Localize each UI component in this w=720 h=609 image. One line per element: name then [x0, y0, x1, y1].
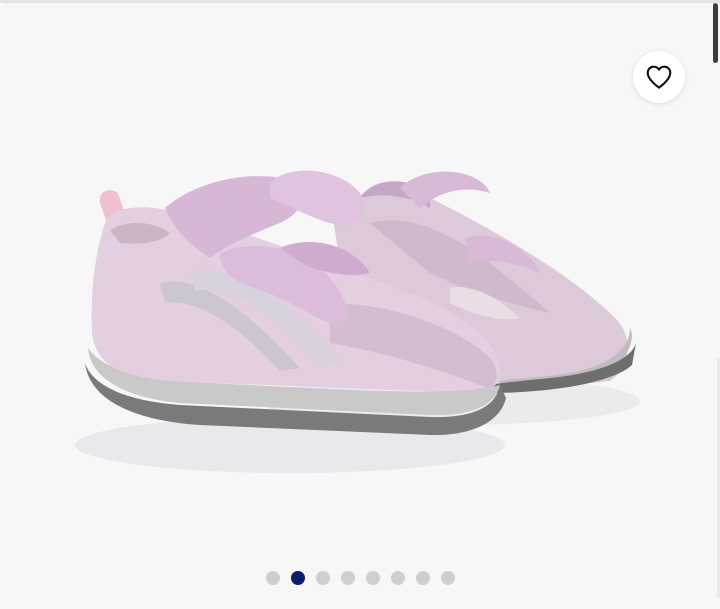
- carousel-indicators: [0, 570, 720, 586]
- carousel-dot[interactable]: [315, 571, 330, 585]
- carousel-dot[interactable]: [415, 571, 430, 585]
- heart-outline-icon: [646, 65, 672, 89]
- carousel-dot[interactable]: [390, 571, 405, 585]
- carousel-dot[interactable]: [365, 571, 380, 585]
- carousel-dot[interactable]: [265, 571, 280, 585]
- carousel-dot-active[interactable]: [290, 571, 305, 585]
- scrollbar-thumb[interactable]: [713, 3, 718, 63]
- carousel-dot[interactable]: [440, 571, 455, 585]
- product-image: [75, 170, 640, 473]
- product-image-gallery[interactable]: [0, 3, 720, 609]
- carousel-dot[interactable]: [340, 571, 355, 585]
- wishlist-button[interactable]: [633, 51, 685, 103]
